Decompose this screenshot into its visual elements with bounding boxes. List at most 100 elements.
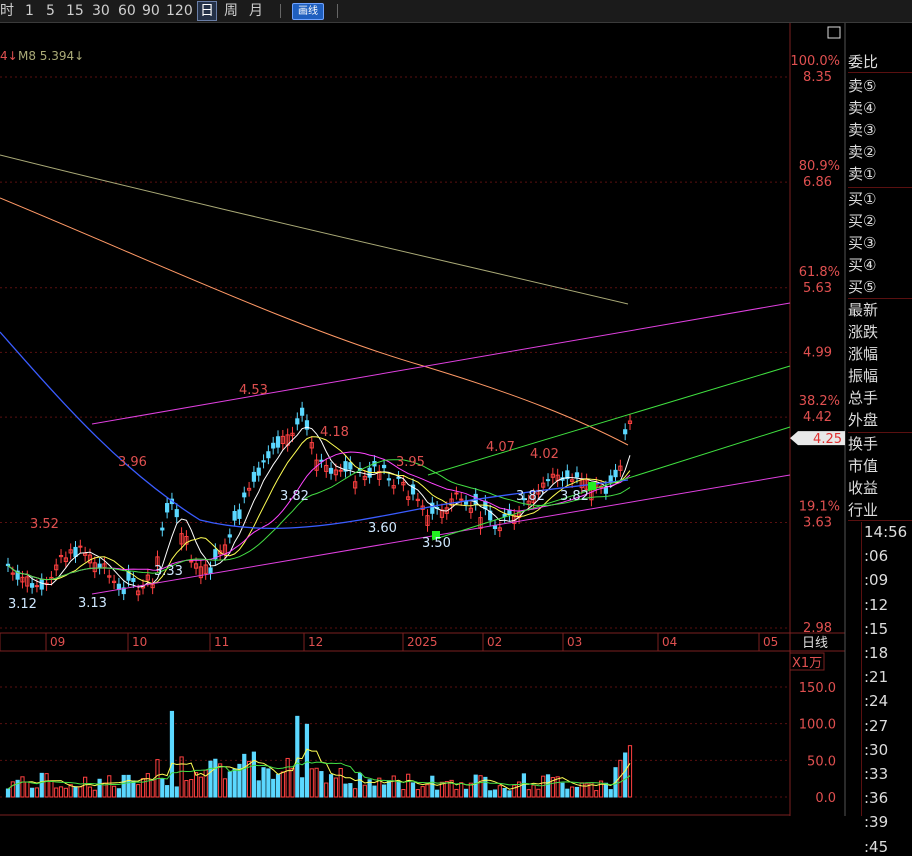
price-annotation: 3.52	[30, 517, 59, 532]
volume-bar	[213, 758, 218, 798]
volume-tick: 150.0	[799, 681, 836, 696]
volume-bar	[92, 789, 97, 798]
toolbar-divider	[280, 4, 281, 18]
volume-ma10	[7, 761, 631, 790]
volume-bar	[348, 783, 353, 798]
candle-body	[232, 511, 237, 521]
volume-bar	[111, 785, 117, 798]
candle-body	[266, 451, 271, 459]
period-1[interactable]: 1	[25, 2, 34, 20]
volume-bar	[242, 753, 247, 798]
period-5[interactable]: 60	[118, 2, 136, 20]
volume-bar	[512, 784, 517, 798]
panel-separator	[848, 187, 912, 188]
candle-body	[73, 546, 78, 557]
candle-body	[261, 460, 266, 463]
volume-bar	[5, 788, 11, 798]
period-4[interactable]: 30	[92, 2, 110, 20]
tick-time: :18	[864, 644, 889, 662]
volume-bar	[222, 778, 228, 798]
period-2[interactable]: 5	[46, 2, 55, 20]
period-10[interactable]: 月	[249, 2, 263, 20]
volume-bar	[116, 788, 121, 798]
volume-bar	[560, 782, 565, 798]
volume-bar	[30, 787, 35, 798]
period-3[interactable]: 15	[66, 2, 84, 20]
candle-body	[463, 501, 469, 505]
price-tick: 4.42	[803, 410, 832, 425]
draw-line-button[interactable]: 画线	[292, 3, 324, 20]
price-annotation: 4.07	[486, 440, 515, 455]
candle-body	[174, 509, 179, 518]
volume-bar	[555, 776, 560, 798]
period-6[interactable]: 90	[142, 2, 160, 20]
maximize-icon[interactable]	[827, 26, 841, 39]
volume-bar	[357, 772, 363, 798]
volume-tick: 50.0	[807, 754, 836, 769]
stat-1: 涨跌	[848, 323, 879, 341]
period-8[interactable]: 日	[197, 1, 217, 21]
sell-level-1: 卖①	[848, 165, 877, 183]
volume-bar	[25, 781, 30, 798]
buy-level-4: 买④	[848, 256, 877, 274]
tick-time: :06	[864, 547, 889, 566]
volume-bar	[126, 774, 131, 798]
kline-chart[interactable]: 8.35100.0% 6.8680.9% 5.6361.8% 4.99 4.4238.2…	[0, 23, 912, 816]
volume-bar	[435, 789, 440, 798]
period-9[interactable]: 周	[224, 2, 238, 20]
volume-bar	[280, 771, 285, 798]
tick-time: :30	[864, 740, 889, 759]
price-annotation: 4.02	[530, 447, 559, 462]
volume-bar	[140, 778, 146, 798]
volume-bar	[570, 786, 575, 798]
order-ratio-label: 委比	[848, 53, 879, 71]
candle-body	[39, 579, 44, 590]
volume-bar	[54, 787, 59, 798]
panel-separator	[848, 520, 912, 521]
sell-level-4: 卖④	[848, 99, 877, 117]
volume-bar	[343, 783, 348, 798]
time-label: 05	[763, 635, 778, 649]
stat-3: 振幅	[848, 367, 879, 385]
volume-bar	[165, 785, 170, 798]
period-7[interactable]: 120	[166, 2, 193, 20]
price-annotation: 3.50	[422, 536, 451, 551]
volume-bar	[574, 786, 580, 798]
price-annotation: 3.33	[154, 564, 183, 579]
candle-body	[160, 527, 165, 531]
channel-upper-line	[91, 302, 791, 425]
time-label: 11	[214, 635, 229, 649]
volume-bar	[78, 786, 83, 798]
volume-bar	[10, 781, 15, 798]
volume-bar	[160, 778, 165, 798]
time-label: 04	[662, 635, 677, 649]
tick-time: :27	[864, 716, 889, 735]
volume-bar	[386, 780, 392, 798]
tick-time: :21	[864, 668, 889, 687]
volume-bar	[285, 757, 290, 798]
volume-bar	[454, 788, 459, 798]
price-annotation: 4.53	[239, 383, 268, 398]
tick-time: :36	[864, 789, 889, 808]
volume-bar	[20, 776, 25, 798]
tick-time: :33	[864, 765, 889, 783]
volume-bar	[218, 763, 223, 798]
volume-bar	[290, 767, 295, 798]
candle-body	[338, 469, 343, 472]
volume-bar	[507, 790, 512, 798]
volume-bar	[304, 723, 310, 798]
sell-level-2: 卖②	[848, 143, 877, 161]
volume-bar	[295, 715, 300, 798]
volume-bar	[227, 771, 232, 798]
period-0[interactable]: 时	[0, 2, 14, 20]
period-toolbar: 时 1 5 15 30 60 90 120 日周月画线	[0, 0, 912, 23]
pct-tick: 61.8%	[799, 265, 840, 280]
time-label: 03	[567, 635, 582, 649]
volume-bar	[39, 772, 44, 798]
volume-bar	[58, 786, 64, 798]
price-annotation: 3.95	[396, 455, 425, 470]
volume-bar	[261, 767, 266, 798]
current-price-label: 4.25	[813, 432, 842, 447]
volume-bar	[415, 789, 420, 798]
sell-level-3: 卖③	[848, 121, 877, 139]
